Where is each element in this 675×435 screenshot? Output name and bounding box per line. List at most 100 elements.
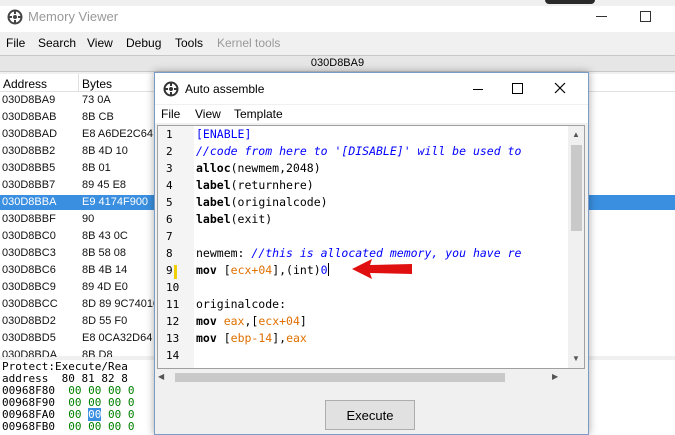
- code-value: 0: [320, 263, 328, 277]
- row-address: 030D8BA9: [2, 94, 56, 106]
- cheat-engine-icon: [7, 9, 23, 25]
- row-bytes: 89 4D E0: [82, 281, 128, 293]
- row-address: 030D8BC9: [2, 281, 56, 293]
- row-address: 030D8BB7: [2, 179, 56, 191]
- row-bytes: 73 0A: [82, 94, 111, 106]
- code-comment: //code from here to '[DISABLE]' will be …: [196, 144, 522, 158]
- row-bytes: 8B CB: [82, 111, 114, 123]
- scrollbar-thumb[interactable]: [175, 373, 505, 382]
- hex-row: 00968FB0 00 00 00 0: [2, 421, 134, 433]
- memory-viewer-titlebar: Memory Viewer: [0, 0, 675, 32]
- memory-viewer-title: Memory Viewer: [28, 9, 119, 24]
- code-punct: ]: [299, 314, 307, 328]
- code-line[interactable]: mov [ebp-14],eax: [196, 330, 307, 347]
- code-punct: ],(int): [272, 263, 321, 277]
- code-keyword: label: [196, 195, 231, 209]
- line-number: 14: [166, 349, 180, 362]
- row-bytes: 89 45 E8: [82, 179, 127, 191]
- code-line[interactable]: mov eax,[ecx+04]: [196, 313, 307, 330]
- code-args: (newmem,2048): [230, 161, 321, 175]
- maximize-icon[interactable]: [640, 11, 651, 22]
- column-bytes[interactable]: Bytes: [82, 77, 112, 91]
- scroll-left-icon[interactable]: ◀: [158, 372, 164, 381]
- line-number: 4: [166, 179, 173, 192]
- line-number: 9: [166, 264, 173, 277]
- code-register: eax: [286, 331, 307, 345]
- line-number: 2: [166, 145, 173, 158]
- menu-view[interactable]: View: [87, 36, 113, 50]
- code-keyword: mov: [196, 263, 224, 277]
- row-address: 030D8BC0: [2, 230, 56, 242]
- auto-assemble-window: Auto assemble File View Template 1 2 3 4 5 6 7…: [154, 72, 589, 435]
- hex-row-bytes[interactable]: 00 00 00 0: [68, 420, 134, 433]
- row-bytes: 8D 89 9C74010: [82, 298, 160, 310]
- horizontal-scrollbar[interactable]: ◀ ▶: [155, 369, 583, 386]
- code-keyword: label: [196, 178, 231, 192]
- code-register: ecx: [230, 263, 252, 277]
- code-keyword: alloc: [196, 161, 231, 175]
- line-number-gutter: 1 2 3 4 5 6 7 8 9 10 11 12 13 14: [158, 126, 194, 368]
- execute-button[interactable]: Execute: [325, 400, 415, 430]
- minimize-icon[interactable]: [596, 16, 607, 17]
- minimize-icon[interactable]: [473, 89, 483, 90]
- menu-template[interactable]: Template: [234, 107, 283, 121]
- row-bytes: E9 4174F900: [82, 196, 149, 208]
- auto-assemble-menubar: File View Template: [155, 105, 588, 123]
- row-address: 030D8BAB: [2, 111, 57, 123]
- row-address: 030D8BB2: [2, 145, 56, 157]
- code-offset: +04: [251, 263, 273, 277]
- code-register: ebp: [230, 331, 252, 345]
- row-address: 030D8BC3: [2, 247, 56, 259]
- close-icon[interactable]: [552, 80, 568, 96]
- line-number: 6: [166, 213, 173, 226]
- menu-search[interactable]: Search: [38, 36, 76, 50]
- code-punct: ,[: [244, 314, 259, 328]
- menu-kernel-tools[interactable]: Kernel tools: [217, 36, 280, 50]
- line-number: 7: [166, 230, 173, 243]
- line-number: 1: [166, 128, 173, 141]
- row-address: 030D8BBF: [2, 213, 56, 225]
- code-line[interactable]: label(exit): [196, 211, 272, 228]
- column-address[interactable]: Address: [3, 77, 47, 91]
- menu-debug[interactable]: Debug: [126, 36, 161, 50]
- code-keyword: label: [196, 212, 231, 226]
- scroll-down-icon[interactable]: ▼: [572, 354, 580, 363]
- code-offset: +04: [279, 314, 300, 328]
- line-number: 13: [166, 332, 180, 345]
- code-punct: ],: [272, 331, 287, 345]
- code-line[interactable]: [ENABLE]: [196, 126, 251, 143]
- scroll-up-icon[interactable]: ▲: [572, 130, 580, 139]
- code-line[interactable]: mov [ecx+04],(int)0: [196, 262, 329, 279]
- row-address: 030D8BC6: [2, 264, 56, 276]
- code-line[interactable]: //code from here to '[DISABLE]' will be …: [196, 143, 521, 160]
- line-number: 3: [166, 162, 173, 175]
- code-line[interactable]: label(returnhere): [196, 177, 314, 194]
- red-arrow-annotation: [352, 259, 412, 279]
- code-punct: [: [223, 331, 231, 345]
- row-bytes: 8D 55 F0: [82, 315, 128, 327]
- scrollbar-thumb[interactable]: [571, 145, 582, 231]
- script-editor[interactable]: 1 2 3 4 5 6 7 8 9 10 11 12 13 14 [ENABLE] //code from…: [157, 125, 585, 369]
- scroll-right-icon[interactable]: ▶: [552, 372, 558, 381]
- code-line[interactable]: originalcode:: [196, 296, 286, 313]
- maximize-icon[interactable]: [512, 83, 523, 94]
- menu-tools[interactable]: Tools: [175, 36, 203, 50]
- current-address-bar[interactable]: 030D8BA9: [0, 55, 675, 72]
- code-keyword: mov: [196, 314, 224, 328]
- line-number: 10: [166, 281, 180, 294]
- vertical-scrollbar[interactable]: ▲ ▼: [568, 126, 584, 368]
- code-line[interactable]: label(originalcode): [196, 194, 328, 211]
- column-separator[interactable]: [78, 74, 79, 92]
- menu-view[interactable]: View: [195, 107, 221, 121]
- menu-file[interactable]: File: [161, 107, 180, 121]
- row-bytes: 8B 43 0C: [82, 230, 128, 242]
- code-line[interactable]: alloc(newmem,2048): [196, 160, 321, 177]
- auto-assemble-titlebar[interactable]: Auto assemble: [155, 73, 588, 104]
- code-keyword: mov: [196, 331, 224, 345]
- row-bytes: 8B 01: [82, 162, 111, 174]
- auto-assemble-title: Auto assemble: [185, 82, 265, 96]
- code-args: (returnhere): [230, 178, 314, 192]
- menu-file[interactable]: File: [6, 36, 25, 50]
- code-register: ecx: [258, 314, 280, 328]
- line-number: 5: [166, 196, 173, 209]
